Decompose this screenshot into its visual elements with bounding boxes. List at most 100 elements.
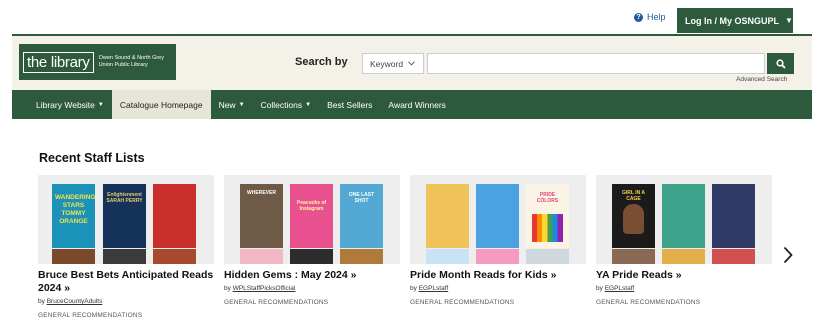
- cover-title: Peacocks of Instagram: [296, 200, 327, 212]
- staff-list-card[interactable]: PRIDE COLORS Pride Month Reads for Kids …: [410, 175, 586, 306]
- utility-bar: ? Help Log In / My OSNGUPL ▼: [0, 0, 815, 34]
- author-link[interactable]: BruceCountyAdults: [47, 298, 103, 305]
- card-title-link[interactable]: Pride Month Reads for Kids »: [410, 269, 586, 282]
- book-cover: [476, 249, 519, 264]
- search-input[interactable]: [427, 53, 765, 74]
- cover-title: WHEREVER: [247, 190, 276, 196]
- author-link[interactable]: WPLStaffPicksOfficial: [233, 285, 296, 292]
- by-prefix: by: [596, 285, 603, 292]
- card-cover-thumbnail[interactable]: WANDERING STARS TOMMY ORANGE Enlightenme…: [38, 175, 214, 264]
- card-byline: by EGPLstaff: [410, 285, 586, 292]
- carousel-next-button[interactable]: [780, 244, 796, 266]
- login-button[interactable]: Log In / My OSNGUPL ▼: [677, 8, 793, 33]
- double-chevron-right-icon: »: [350, 269, 357, 281]
- chevron-down-icon: ▼: [785, 16, 793, 25]
- chevron-right-icon: [783, 246, 793, 264]
- help-link[interactable]: ? Help: [634, 12, 666, 22]
- book-cover: ONE LAST SHOT: [340, 184, 383, 248]
- card-title: YA Pride Reads: [596, 269, 673, 281]
- search-by-label: Search by: [295, 56, 348, 68]
- chevron-down-icon: [408, 61, 415, 66]
- book-cover: PRIDE COLORS: [526, 184, 569, 248]
- nav-item-best-sellers[interactable]: Best Sellers: [319, 90, 380, 119]
- card-category: GENERAL RECOMMENDATIONS: [410, 299, 515, 306]
- cover-title: GIRL IN A CAGE: [621, 190, 646, 202]
- section-title: Recent Staff Lists: [39, 151, 145, 165]
- cover-title: Enlightenment SARAH PERRY: [106, 192, 143, 204]
- book-cover: [103, 249, 146, 264]
- book-cover: Enlightenment SARAH PERRY: [103, 184, 146, 248]
- card-category: GENERAL RECOMMENDATIONS: [38, 312, 143, 319]
- book-cover: [52, 249, 95, 264]
- card-title: Hidden Gems : May 2024: [224, 269, 348, 281]
- double-chevron-right-icon: »: [64, 282, 71, 294]
- nav-item-catalogue-homepage[interactable]: Catalogue Homepage: [111, 90, 211, 119]
- chevron-down-icon: ▼: [238, 101, 245, 108]
- book-cover: [240, 249, 283, 264]
- book-cover: [426, 184, 469, 248]
- book-cover: [426, 249, 469, 264]
- card-byline: by BruceCountyAdults: [38, 298, 214, 305]
- rainbow-stripes: [532, 214, 563, 242]
- search-icon: [775, 58, 786, 69]
- card-cover-thumbnail[interactable]: GIRL IN A CAGE: [596, 175, 772, 264]
- staff-list-card[interactable]: WANDERING STARS TOMMY ORANGE Enlightenme…: [38, 175, 214, 319]
- by-prefix: by: [38, 298, 45, 305]
- author-link[interactable]: EGPLstaff: [419, 285, 449, 292]
- nav-item-label: Library Website: [36, 99, 95, 110]
- cover-portrait: [623, 204, 644, 234]
- double-chevron-right-icon: »: [675, 269, 682, 281]
- book-cover: [712, 249, 755, 264]
- card-byline: by EGPLstaff: [596, 285, 772, 292]
- by-prefix: by: [224, 285, 231, 292]
- double-chevron-right-icon: »: [550, 269, 557, 281]
- book-cover: [662, 184, 705, 248]
- nav-item-new[interactable]: New ▼: [211, 90, 253, 119]
- nav-item-label: Best Sellers: [327, 99, 373, 110]
- site-header: the library Owen Sound & North Grey Unio…: [12, 34, 812, 90]
- card-category: GENERAL RECOMMENDATIONS: [224, 299, 329, 306]
- nav-item-label: New: [218, 99, 236, 110]
- card-byline: by WPLStaffPicksOfficial: [224, 285, 400, 292]
- chevron-down-icon: ▼: [97, 101, 104, 108]
- book-cover: WHEREVER: [240, 184, 283, 248]
- book-cover: [476, 184, 519, 248]
- book-cover: WANDERING STARS TOMMY ORANGE: [52, 184, 95, 248]
- book-cover: [526, 249, 569, 264]
- chevron-down-icon: ▼: [305, 101, 312, 108]
- book-cover: [712, 184, 755, 248]
- card-title-link[interactable]: YA Pride Reads »: [596, 269, 772, 282]
- library-logo[interactable]: the library Owen Sound & North Grey Unio…: [19, 44, 176, 80]
- staff-list-card[interactable]: GIRL IN A CAGE YA Pride Reads » by EGPLs…: [596, 175, 772, 306]
- search-type-value: Keyword: [370, 58, 404, 69]
- card-cover-thumbnail[interactable]: WHEREVER Peacocks of Instagram ONE LAST …: [224, 175, 400, 264]
- card-title-link[interactable]: Hidden Gems : May 2024 »: [224, 269, 400, 282]
- logo-subtitle: Owen Sound & North Grey Union Public Lib…: [98, 55, 164, 68]
- card-cover-thumbnail[interactable]: PRIDE COLORS: [410, 175, 586, 264]
- card-title-link[interactable]: Bruce Best Bets Anticipated Reads 2024 »: [38, 269, 214, 295]
- nav-item-award-winners[interactable]: Award Winners: [380, 90, 453, 119]
- nav-item-label: Collections: [260, 99, 303, 110]
- card-category: GENERAL RECOMMENDATIONS: [596, 299, 701, 306]
- by-prefix: by: [410, 285, 417, 292]
- help-label: Help: [647, 12, 666, 22]
- advanced-search-link[interactable]: Advanced Search: [736, 76, 787, 83]
- nav-item-label: Award Winners: [388, 99, 446, 110]
- book-cover: [290, 249, 333, 264]
- staff-list-card[interactable]: WHEREVER Peacocks of Instagram ONE LAST …: [224, 175, 400, 306]
- search-type-select[interactable]: Keyword: [362, 53, 424, 74]
- cover-title: ONE LAST SHOT: [348, 192, 375, 204]
- main-nav: Library Website ▼ Catalogue Homepage New ▼…: [12, 90, 812, 119]
- nav-item-collections[interactable]: Collections ▼: [253, 90, 320, 119]
- book-cover: [153, 184, 196, 248]
- author-link[interactable]: EGPLstaff: [605, 285, 635, 292]
- cover-title: PRIDE COLORS: [536, 192, 559, 204]
- book-cover: [153, 249, 196, 264]
- help-icon: ?: [634, 12, 643, 22]
- book-cover: [662, 249, 705, 264]
- nav-item-library-website[interactable]: Library Website ▼: [28, 90, 112, 119]
- book-cover: [340, 249, 383, 264]
- logo-mark: the library: [23, 51, 94, 73]
- search-button[interactable]: [767, 53, 794, 74]
- nav-item-label: Catalogue Homepage: [119, 99, 203, 110]
